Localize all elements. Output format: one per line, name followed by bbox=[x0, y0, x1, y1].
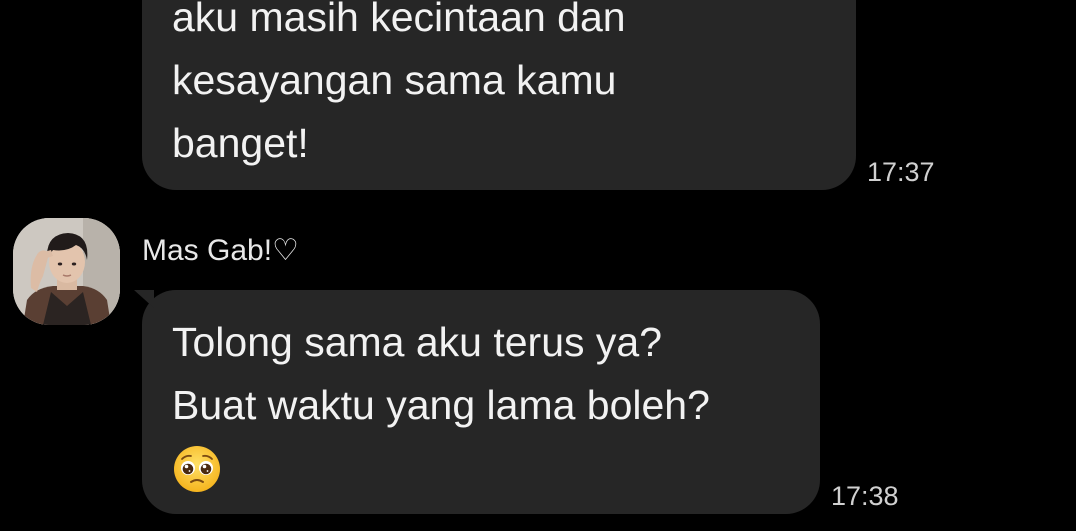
sender-name: Mas Gab!♡ bbox=[142, 234, 299, 267]
message-timestamp: 17:37 bbox=[867, 157, 935, 187]
pleading-face-emoji-icon bbox=[172, 444, 222, 494]
message-timestamp: 17:38 bbox=[831, 481, 899, 511]
profile-photo-icon bbox=[13, 218, 120, 325]
message-bubble[interactable]: Tolong sama aku terus ya? Buat waktu yan… bbox=[134, 290, 820, 514]
message-bubble[interactable]: aku masih kecintaan dan kesayangan sama … bbox=[142, 0, 856, 190]
message-text: aku masih kecintaan dan kesayangan sama … bbox=[172, 0, 626, 166]
bubble-tail bbox=[134, 290, 154, 308]
message-text: Tolong sama aku terus ya? Buat waktu yan… bbox=[172, 319, 710, 428]
avatar[interactable] bbox=[13, 218, 120, 325]
